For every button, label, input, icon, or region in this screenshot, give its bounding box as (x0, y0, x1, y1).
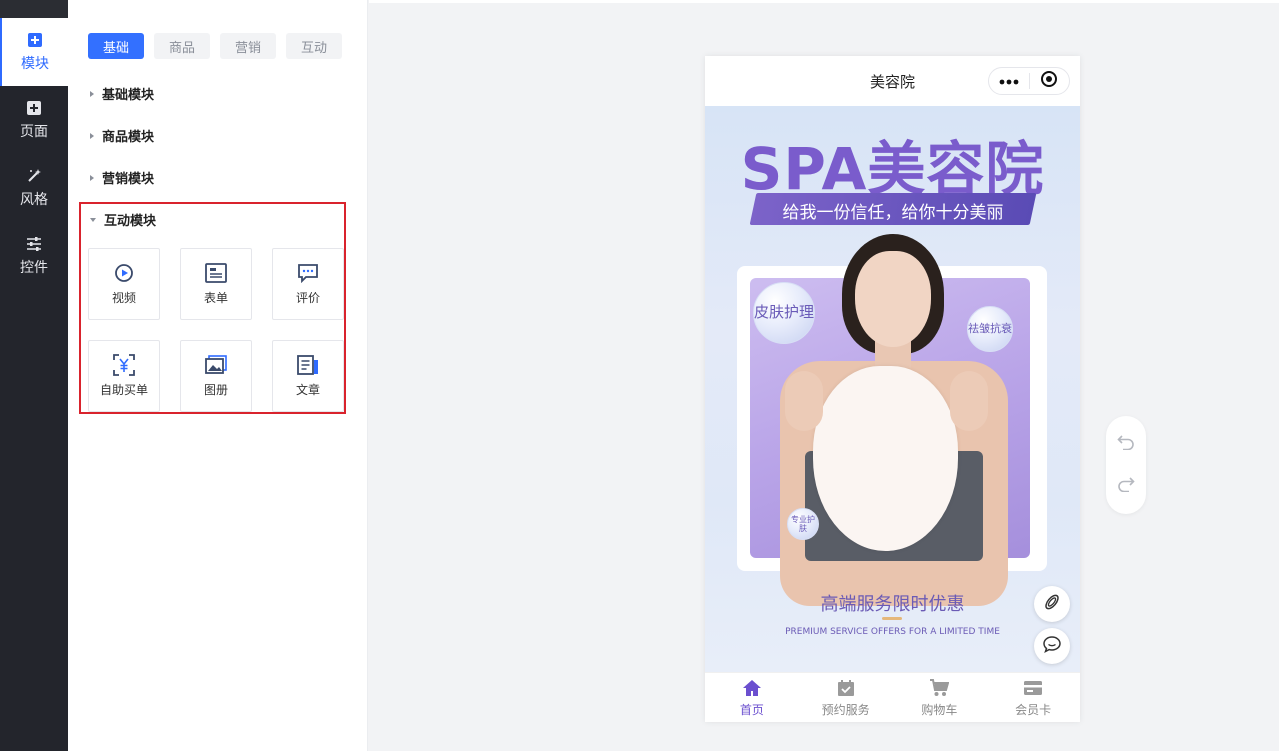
rail-item-style[interactable]: 风格 (0, 154, 68, 222)
calendar-check-icon (836, 678, 856, 698)
rail-item-modules[interactable]: 模块 (0, 18, 68, 86)
badge-pro-care: 专业护肤 (787, 508, 819, 540)
magic-wand-icon (25, 167, 43, 185)
facial-mask-sheet (813, 366, 958, 551)
rail-item-label: 控件 (20, 260, 48, 276)
rail-top-strip (0, 0, 68, 18)
customer-service-button[interactable] (1034, 628, 1070, 664)
target-circle-icon (1040, 70, 1058, 92)
left-rail: 模块 页面 风格 控件 (0, 0, 68, 751)
tab-marketing[interactable]: 营销 (220, 33, 276, 59)
offer-subtitle: PREMIUM SERVICE OFFERS FOR A LIMITED TIM… (785, 627, 1000, 637)
card-icon (1023, 678, 1043, 698)
tab-member-card[interactable]: 会员卡 (986, 673, 1080, 722)
canvas-top-strip (369, 0, 1279, 3)
link-icon (1042, 592, 1062, 616)
group-label: 商品模块 (102, 130, 155, 145)
tab-basic[interactable]: 基础 (88, 33, 144, 59)
banner-slogan: 给我一份信任，给你十分美丽 (782, 203, 1004, 223)
group-basic-modules[interactable]: 基础模块 (90, 84, 154, 103)
tab-interaction[interactable]: 互动 (286, 33, 342, 59)
plus-square-icon (26, 31, 44, 49)
tab-home[interactable]: 首页 (705, 673, 799, 722)
group-goods-modules[interactable]: 商品模块 (90, 126, 154, 145)
caret-right-icon (90, 90, 94, 97)
undo-button[interactable] (1116, 434, 1136, 454)
cart-icon (929, 678, 950, 698)
group-marketing-modules[interactable]: 营销模块 (90, 168, 154, 187)
close-mini-app-button[interactable] (1029, 68, 1069, 94)
tab-label: 会员卡 (1015, 702, 1052, 717)
model-hand-left (785, 371, 823, 431)
bottom-tab-bar: 首页 预约服务 购物车 会员卡 (705, 672, 1080, 722)
undo-icon (1117, 434, 1135, 454)
plus-square-icon (25, 99, 43, 117)
offer-underline (882, 617, 902, 620)
badge-anti-aging: 祛皱抗衰 (967, 306, 1013, 352)
model-face (855, 251, 931, 347)
tab-label: 首页 (739, 702, 764, 717)
share-link-button[interactable] (1034, 586, 1070, 622)
rail-item-label: 页面 (20, 124, 48, 140)
tab-booking[interactable]: 预约服务 (799, 673, 893, 722)
rail-item-label: 风格 (20, 192, 48, 208)
badge-skin-care: 皮肤护理 (753, 282, 815, 344)
capsule-menu (988, 67, 1070, 95)
phone-preview: 美容院 SPA美容院 给我一份信任，给你十分美丽 皮肤护理 祛皱抗衰 专业护肤 … (705, 56, 1080, 722)
offer-title: 高端服务限时优惠 (820, 594, 965, 615)
highlight-box (79, 202, 346, 414)
tab-goods[interactable]: 商品 (154, 33, 210, 59)
redo-icon (1117, 476, 1135, 496)
spa-banner[interactable]: SPA美容院 给我一份信任，给你十分美丽 皮肤护理 祛皱抗衰 专业护肤 高端服务… (705, 106, 1080, 672)
redo-button[interactable] (1116, 476, 1136, 496)
caret-right-icon (90, 132, 94, 139)
undo-redo-panel (1106, 416, 1146, 514)
caret-right-icon (90, 174, 94, 181)
tab-cart[interactable]: 购物车 (893, 673, 987, 722)
sliders-icon (25, 235, 43, 253)
rail-item-label: 模块 (21, 56, 49, 72)
more-button[interactable] (989, 68, 1029, 94)
group-label: 营销模块 (102, 172, 155, 187)
rail-item-controls[interactable]: 控件 (0, 222, 68, 290)
group-label: 基础模块 (102, 88, 155, 103)
home-icon (742, 678, 762, 698)
tab-label: 购物车 (921, 702, 958, 717)
rail-item-pages[interactable]: 页面 (0, 86, 68, 154)
tab-label: 预约服务 (821, 702, 870, 717)
more-dots-icon (999, 74, 1019, 89)
model-hand-right (950, 371, 988, 431)
mini-app-nav-bar: 美容院 (705, 56, 1080, 106)
chat-bubble-icon (1042, 634, 1062, 658)
category-tabs: 基础 商品 营销 互动 (88, 33, 342, 59)
